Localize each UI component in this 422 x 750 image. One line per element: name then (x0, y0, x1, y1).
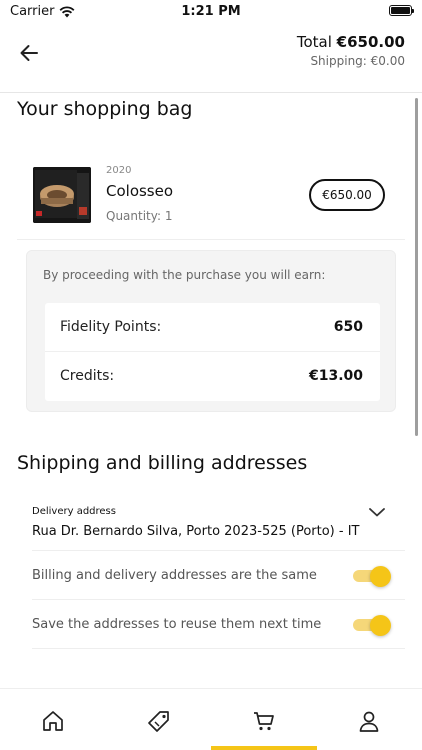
order-total: Total €650.00 (297, 33, 405, 51)
tag-icon (148, 711, 169, 732)
bag-item[interactable]: 2020 Colosseo Quantity: 1 €650.00 (17, 150, 405, 240)
tab-home[interactable] (23, 689, 83, 750)
back-button[interactable] (14, 38, 44, 68)
credits-label: Credits: (60, 368, 115, 384)
rewards-list: Fidelity Points: 650 Credits: €13.00 (45, 303, 380, 401)
active-tab-indicator (211, 746, 317, 750)
tab-offers[interactable] (129, 689, 189, 750)
shopping-bag-title: Your shopping bag (17, 98, 193, 120)
save-address-row: Save the addresses to reuse them next ti… (32, 600, 405, 649)
user-icon (359, 711, 379, 732)
fidelity-points-value: 650 (333, 319, 363, 335)
tab-cart[interactable] (234, 689, 294, 750)
delivery-address-dropdown[interactable] (367, 504, 387, 520)
product-quantity: Quantity: 1 (106, 209, 173, 223)
fidelity-points-label: Fidelity Points: (60, 319, 162, 335)
product-year: 2020 (106, 165, 132, 176)
tab-bar (0, 688, 422, 750)
delivery-address-caption: Delivery address (32, 506, 116, 517)
credits-value: €13.00 (308, 368, 363, 384)
cart-icon (254, 712, 274, 731)
fidelity-points-row: Fidelity Points: 650 (45, 303, 380, 352)
same-address-label: Billing and delivery addresses are the s… (32, 568, 317, 583)
same-address-row: Billing and delivery addresses are the s… (32, 551, 405, 600)
chevron-down-icon (369, 508, 385, 517)
save-address-label: Save the addresses to reuse them next ti… (32, 617, 322, 632)
toggle-knob (370, 615, 391, 636)
scrollbar[interactable] (415, 98, 418, 436)
product-name: Colosseo (106, 182, 174, 200)
arrow-left-icon (20, 45, 38, 61)
colosseum-box-image (33, 167, 91, 223)
rewards-card: By proceeding with the purchase you will… (26, 250, 396, 412)
total-value: €650.00 (336, 33, 405, 51)
credits-row: Credits: €13.00 (45, 352, 380, 401)
battery-icon (389, 5, 414, 16)
delivery-address-value: Rua Dr. Bernardo Silva, Porto 2023-525 (… (32, 524, 360, 539)
battery-level (391, 7, 410, 14)
status-bar: Carrier 1:21 PM (0, 0, 422, 22)
tab-profile[interactable] (339, 689, 399, 750)
product-image (33, 167, 91, 223)
header-divider (0, 92, 422, 93)
product-price-badge: €650.00 (309, 179, 385, 211)
addresses-title: Shipping and billing addresses (17, 452, 308, 474)
toggle-knob (370, 566, 391, 587)
rewards-intro: By proceeding with the purchase you will… (43, 268, 326, 282)
header: Total €650.00 Shipping: €0.00 (0, 22, 422, 93)
status-time: 1:21 PM (181, 4, 241, 19)
save-address-toggle[interactable] (353, 615, 391, 636)
delivery-address-selector[interactable]: Delivery address Rua Dr. Bernardo Silva,… (32, 498, 405, 551)
shipping-cost: Shipping: €0.00 (310, 54, 405, 68)
same-address-toggle[interactable] (353, 566, 391, 587)
home-icon (43, 711, 63, 731)
total-label: Total (296, 33, 337, 51)
